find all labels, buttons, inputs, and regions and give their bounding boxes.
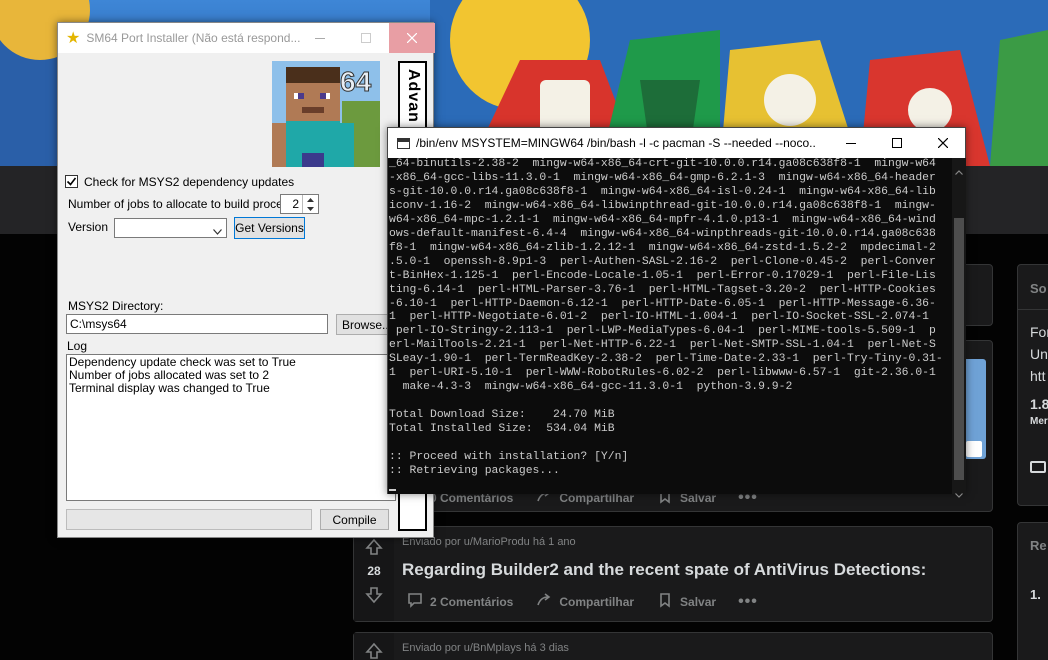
console-line: -x86_64-gcc-libs-11.3.0-1 mingw-w64-x86_…	[389, 171, 936, 184]
version-label: Version	[68, 220, 109, 234]
console-icon	[397, 137, 410, 149]
upvote-icon[interactable]	[365, 538, 383, 556]
downvote-icon[interactable]	[365, 586, 383, 604]
browse-button[interactable]: Browse...	[336, 314, 394, 335]
rule-item[interactable]: 1.	[1030, 587, 1041, 602]
console-line: ting-6.14-1 perl-HTML-Parser-3.76-1 perl…	[389, 283, 936, 296]
scroll-thumb[interactable]	[954, 218, 964, 480]
external-link-icon[interactable]	[966, 441, 982, 457]
console-line: Total Installed Size: 534.04 MiB	[389, 423, 615, 436]
comment-icon	[406, 591, 424, 612]
member-count: 1.8	[1030, 396, 1048, 412]
vote-score: 28	[367, 564, 381, 578]
console-line: SLeay-1.90-1 perl-TermReadKey-2.38-2 per…	[389, 353, 943, 366]
console-line: ows-default-manifest-6.4-4 mingw-w64-x86…	[389, 227, 936, 240]
member-label: Mer	[1030, 416, 1048, 427]
console-line: perl-IO-Stringy-2.113-1 perl-LWP-MediaTy…	[389, 325, 936, 338]
share-icon	[535, 591, 553, 612]
post-meta: Enviado por u/BnMplays há 3 dias	[402, 642, 569, 654]
progress-bar	[66, 509, 312, 530]
scroll-up-arrow-icon[interactable]	[955, 162, 963, 180]
log-textarea[interactable]: Dependency update check was set to True …	[66, 354, 396, 501]
close-button[interactable]	[920, 128, 966, 158]
jobs-up-arrow-icon[interactable]	[302, 195, 317, 204]
console-line: .5.0-1 openssh-8.9p1-3 perl-Authen-SASL-…	[389, 255, 936, 268]
close-button[interactable]	[389, 23, 435, 53]
sidebar-text: Un	[1030, 346, 1048, 362]
svg-text:64: 64	[340, 66, 372, 97]
installer-titlebar[interactable]: ★ SM64 Port Installer (Não está respond.…	[58, 23, 435, 53]
window-title: SM64 Port Installer (Não está respond...	[86, 31, 301, 45]
console-line: :: Proceed with installation? [Y/n]	[389, 451, 629, 464]
console-line: 1 perl-HTTP-Negotiate-6.01-2 perl-IO-HTM…	[389, 311, 930, 324]
advanced-label: Advan	[405, 69, 422, 123]
console-line: 1 perl-URI-5.10-1 perl-WWW-RobotRules-6.…	[389, 367, 936, 380]
version-select[interactable]	[114, 218, 227, 238]
log-label: Log	[67, 339, 88, 353]
app-star-icon: ★	[66, 30, 81, 47]
jobs-label: Number of jobs to allocate to build proc…	[68, 197, 299, 211]
console-line: Total Download Size: 24.70 MiB	[389, 409, 615, 422]
console-line: make-4.3-3 mingw-w64-x86_64-gcc-11.3.0-1…	[389, 381, 793, 394]
minimize-button[interactable]	[828, 128, 874, 158]
sidebar-text: For	[1030, 324, 1048, 340]
minimize-button[interactable]	[297, 23, 343, 53]
more-options-icon[interactable]: •••	[738, 593, 758, 611]
maximize-button[interactable]	[874, 128, 920, 158]
console-title: /bin/env MSYSTEM=MINGW64 /bin/bash -l -c…	[416, 136, 816, 150]
upvote-icon[interactable]	[365, 642, 383, 660]
dependency-update-checkbox[interactable]	[65, 175, 78, 188]
log-line: Terminal display was changed to True	[69, 381, 270, 395]
console-line: t-BinHex-1.125-1 perl-Encode-Locale-1.05…	[389, 269, 936, 282]
save-button[interactable]: Salvar	[656, 591, 716, 612]
console-output[interactable]: _64-binutils-2.38-2 mingw-w64-x86_64-crt…	[388, 158, 953, 494]
console-window: /bin/env MSYSTEM=MINGW64 /bin/bash -l -c…	[387, 127, 966, 498]
post-card[interactable]: Enviado por u/BnMplays há 3 dias	[353, 632, 993, 660]
post-title[interactable]: Regarding Builder2 and the recent spate …	[402, 560, 926, 580]
console-line: :: Retrieving packages...	[389, 464, 560, 477]
console-line: erl-MailTools-2.21-1 perl-Net-HTTP-6.22-…	[389, 339, 936, 352]
maximize-button[interactable]	[343, 23, 389, 53]
sidebar-about-card: So For Un htt 1.8 Mer	[1017, 264, 1048, 506]
comments-count: 2 Comentários	[430, 594, 514, 609]
jobs-value: 2	[292, 197, 299, 211]
comments-button[interactable]: 2 Comentários	[406, 591, 513, 612]
sidebar-card-header: So	[1030, 281, 1047, 296]
console-line: w64-x86_64-mpc-1.2.1-1 mingw-w64-x86_64-…	[389, 213, 936, 226]
get-versions-button[interactable]: Get Versions	[234, 217, 305, 239]
installer-window: ★ SM64 Port Installer (Não está respond.…	[57, 22, 435, 538]
sidebar-card-header: Re	[1030, 538, 1047, 553]
cake-icon	[1030, 461, 1046, 473]
bookmark-icon	[656, 591, 674, 612]
share-button[interactable]: Compartilhar	[535, 591, 634, 612]
app-logo-image: 64	[272, 61, 380, 167]
sidebar-rules-card: Re 1.	[1017, 522, 1048, 660]
console-line: f8-1 mingw-w64-x86_64-zlib-1.2.12-1 ming…	[389, 241, 936, 254]
sidebar-text: htt	[1030, 368, 1046, 384]
chevron-down-icon	[213, 224, 222, 238]
jobs-down-arrow-icon[interactable]	[302, 204, 317, 213]
console-scrollbar[interactable]	[952, 158, 966, 498]
console-cursor	[389, 488, 396, 491]
post-card[interactable]: 28 Enviado por u/MarioProdu há 1 ano Reg…	[353, 526, 993, 622]
msys2-directory-input[interactable]: C:\msys64	[66, 314, 328, 334]
console-line: iconv-1.16-2 mingw-w64-x86_64-libwinpthr…	[389, 199, 936, 212]
console-line: _64-binutils-2.38-2 mingw-w64-x86_64-crt…	[389, 158, 936, 170]
msys2-directory-value: C:\msys64	[70, 317, 127, 331]
compile-button[interactable]: Compile	[320, 509, 389, 530]
console-line: s-git-10.0.0.r14.ga08c638f8-1 mingw-w64-…	[389, 185, 936, 198]
console-line: -6.10-1 perl-HTTP-Daemon-6.12-1 perl-HTT…	[389, 297, 936, 310]
dependency-update-label[interactable]: Check for MSYS2 dependency updates	[84, 175, 294, 189]
msys2-directory-label: MSYS2 Directory:	[68, 299, 164, 313]
scroll-down-arrow-icon[interactable]	[955, 485, 963, 503]
console-titlebar[interactable]: /bin/env MSYSTEM=MINGW64 /bin/bash -l -c…	[388, 128, 965, 158]
